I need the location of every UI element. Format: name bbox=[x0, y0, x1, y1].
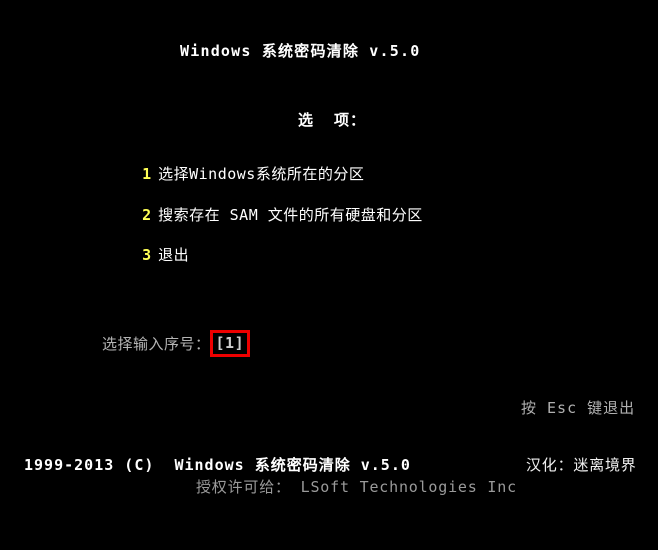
page-title: Windows 系统密码清除 v.5.0 bbox=[180, 42, 421, 60]
menu-item-number: 3 bbox=[142, 246, 152, 264]
menu-item-label: 选择Windows系统所在的分区 bbox=[158, 165, 365, 183]
dos-text-mode-screen: Windows 系统密码清除 v.5.0 选 项： 1 选择Windows系统所在… bbox=[0, 0, 658, 550]
selection-input-highlight-box[interactable]: [1] bbox=[209, 330, 251, 357]
footer-translator-credit: 汉化：迷离境界 bbox=[526, 456, 637, 474]
footer-license: 授权许可给： LSoft Technologies Inc bbox=[196, 478, 517, 496]
menu-item-label: 搜索存在 SAM 文件的所有硬盘和分区 bbox=[158, 206, 423, 224]
menu-item-number: 1 bbox=[142, 165, 152, 183]
options-header: 选 项： bbox=[298, 111, 367, 129]
footer-copyright: 1999-2013 (C) Windows 系统密码清除 v.5.0 bbox=[24, 456, 411, 474]
selection-input-value: [1] bbox=[215, 334, 245, 352]
esc-exit-hint: 按 Esc 键退出 bbox=[521, 399, 636, 417]
selection-prompt-label: 选择输入序号： bbox=[102, 334, 211, 353]
menu-item-exit[interactable]: 3 退出 bbox=[104, 228, 189, 282]
selection-prompt-row: 选择输入序号： [1] bbox=[102, 330, 251, 357]
menu-item-number: 2 bbox=[142, 206, 152, 224]
menu-item-label: 退出 bbox=[158, 246, 190, 264]
